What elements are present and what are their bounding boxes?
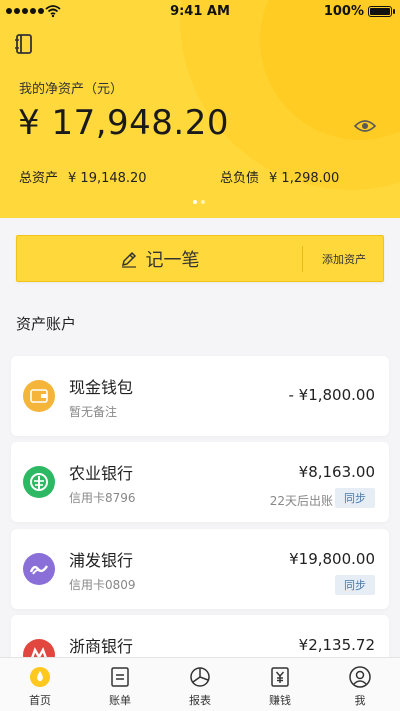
account-amount: ¥8,163.00: [298, 463, 375, 481]
battery-icon: [368, 6, 395, 17]
account-name: 现金钱包: [69, 378, 134, 397]
profile-icon: [349, 666, 371, 688]
wallet-icon: [23, 380, 55, 412]
add-asset-button[interactable]: 添加资产: [303, 236, 385, 281]
account-name: 浙商银行: [69, 637, 134, 656]
battery-percent: 100%: [323, 4, 364, 19]
account-name: 农业银行: [69, 464, 134, 483]
billing-due: 22天后出账: [269, 494, 333, 508]
tab-profile[interactable]: 我: [320, 658, 400, 711]
tab-bar: 首页 账单 报表 赚钱 我: [0, 657, 400, 711]
total-assets-value: ¥ 19,148.20: [68, 171, 147, 186]
tab-home[interactable]: 首页: [0, 658, 80, 711]
total-liabilities: 总负债 ¥ 1,298.00: [220, 167, 339, 186]
status-bar: 9:41 AM 100%: [0, 0, 400, 24]
account-amount: ¥2,135.72: [298, 636, 375, 654]
sync-button[interactable]: 同步: [335, 488, 375, 508]
total-liabilities-label: 总负债: [220, 171, 260, 186]
chart-icon: [190, 667, 210, 687]
pencil-icon: [121, 251, 136, 268]
bill-icon: [111, 667, 129, 687]
tab-report[interactable]: 报表: [160, 658, 240, 711]
spdb-bank-icon: [23, 553, 55, 585]
tab-label: 我: [354, 694, 366, 707]
total-assets: 总资产 ¥ 19,148.20: [19, 167, 147, 186]
account-card-number: 信用卡0809: [69, 578, 136, 592]
record-bar: 记一笔 添加资产: [16, 235, 384, 282]
record-button[interactable]: 记一笔: [17, 236, 302, 281]
page-dot: [201, 200, 205, 204]
tab-label: 账单: [109, 694, 131, 707]
total-assets-label: 总资产: [19, 171, 59, 186]
eye-icon[interactable]: [354, 119, 376, 133]
battery-level-fill: [370, 8, 390, 15]
account-amount: ¥19,800.00: [289, 550, 375, 568]
page-indicator[interactable]: [193, 200, 205, 204]
account-card-abc[interactable]: 农业银行 信用卡8796 ¥8,163.00 22天后出账 同步: [11, 442, 389, 522]
net-worth-value: ¥ 17,948.20: [18, 103, 229, 143]
account-amount: - ¥1,800.00: [288, 386, 375, 404]
tab-label: 首页: [29, 694, 51, 707]
account-name: 浦发银行: [69, 551, 134, 570]
account-card-number: 信用卡8796: [69, 491, 136, 505]
account-note: 暂无备注: [69, 405, 118, 419]
section-title: 资产账户: [16, 315, 77, 333]
record-label: 记一笔: [145, 249, 200, 271]
earn-icon: [271, 667, 289, 687]
page-dot-active: [193, 200, 197, 204]
net-worth-label: 我的净资产（元）: [19, 82, 124, 97]
home-icon: [30, 667, 50, 687]
tab-earn[interactable]: 赚钱: [240, 658, 320, 711]
sync-button[interactable]: 同步: [335, 575, 375, 595]
account-card-spdb[interactable]: 浦发银行 信用卡0809 ¥19,800.00 同步: [11, 529, 389, 609]
account-card-cash[interactable]: 现金钱包 暂无备注 - ¥1,800.00: [11, 356, 389, 436]
tab-bill[interactable]: 账单: [80, 658, 160, 711]
notebook-icon[interactable]: [15, 34, 33, 54]
abc-bank-icon: [23, 466, 55, 498]
tab-label: 赚钱: [269, 694, 291, 707]
total-liabilities-value: ¥ 1,298.00: [269, 171, 340, 186]
header: 9:41 AM 100% 我的净资产（元） ¥ 17,948.20 总资产 ¥ 1…: [0, 0, 400, 218]
tab-label: 报表: [189, 694, 211, 707]
